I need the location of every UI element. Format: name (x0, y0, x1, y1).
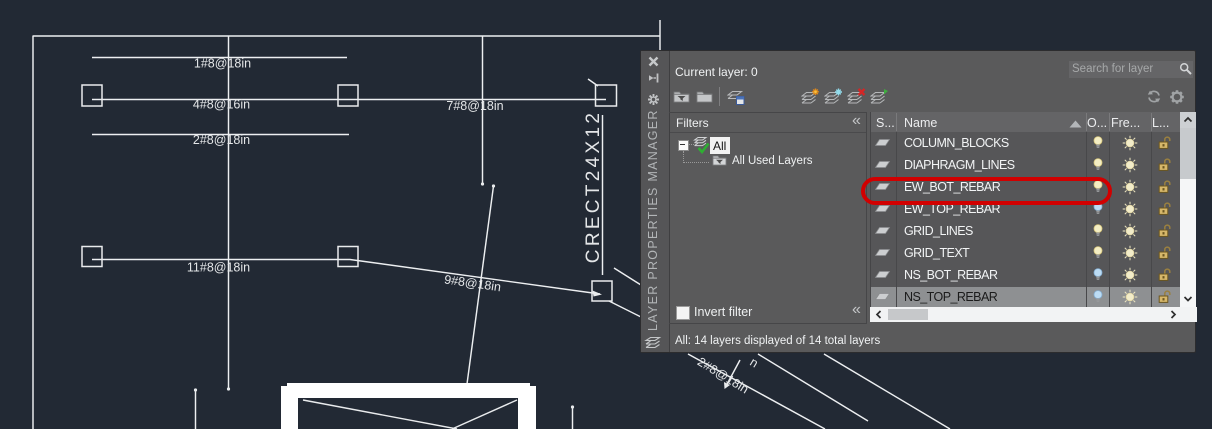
svg-text:2#8@18in: 2#8@18in (695, 355, 751, 397)
svg-text:CRECT24X12: CRECT24X12 (583, 110, 604, 263)
svg-text:11#8@18in: 11#8@18in (187, 261, 250, 275)
svg-text:4#8@16in: 4#8@16in (193, 98, 250, 112)
svg-text:2#8@18in: 2#8@18in (193, 133, 250, 147)
svg-text:9#8@18in: 9#8@18in (443, 272, 502, 294)
svg-text:1#8@18in: 1#8@18in (194, 57, 251, 71)
svg-text:n: n (747, 355, 760, 371)
svg-text:7#8@18in: 7#8@18in (446, 99, 503, 113)
